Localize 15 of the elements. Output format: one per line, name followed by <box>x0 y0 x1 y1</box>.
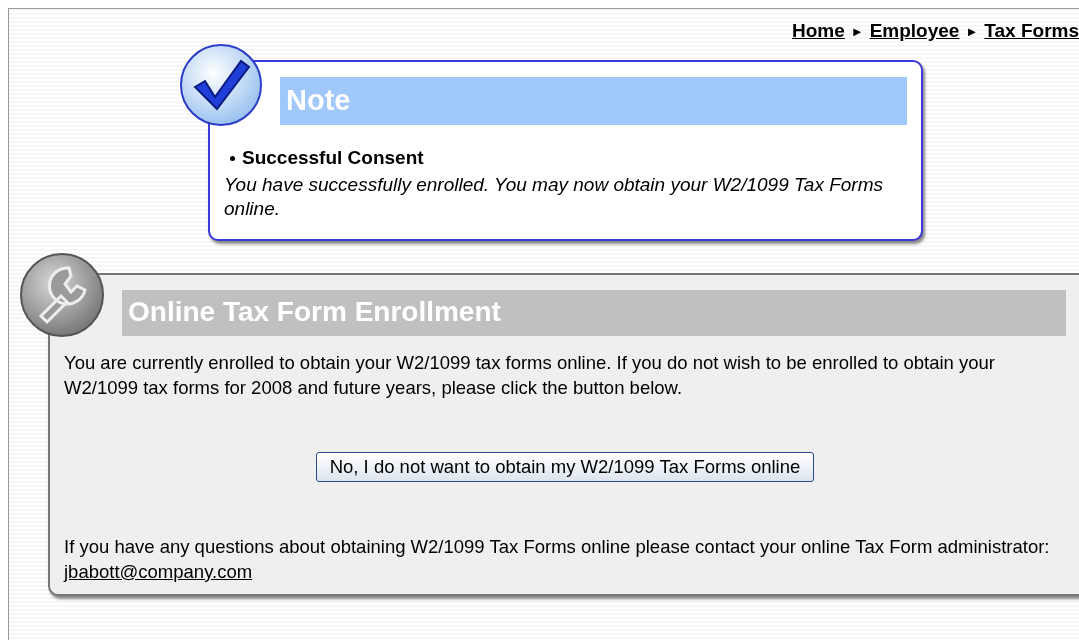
checkmark-icon <box>179 43 263 127</box>
contact-text: If you have any questions about obtaining W2/1099 Tax Forms online please contact your online Tax Form administrator: jbabott@company.com <box>64 535 1051 584</box>
note-title: Note <box>280 77 907 125</box>
breadcrumb-separator: ► <box>850 23 864 39</box>
enrollment-title: Online Tax Form Enrollment <box>122 290 1066 336</box>
note-heading: Successful Consent <box>242 147 424 169</box>
breadcrumb-link[interactable]: Home <box>792 20 845 42</box>
breadcrumb-separator: ► <box>965 23 979 39</box>
intro-text: You are currently enrolled to obtain your W2/1099 tax forms online. If you do not wish to be enrolled to obtain your W2/1099 tax forms for 2008 and future years, please click the button below. <box>64 351 997 400</box>
opt-out-button[interactable]: No, I do not want to obtain my W2/1099 Tax Forms online <box>315 452 815 482</box>
note-message: You have successfully enrolled. You may now obtain your W2/1099 Tax Forms online. <box>224 173 885 221</box>
email-link[interactable]: jbabott@company.com <box>64 561 253 582</box>
breadcrumb-link[interactable]: Tax Forms <box>984 20 1079 42</box>
bullet-icon <box>230 155 235 161</box>
breadcrumb-link[interactable]: Employee <box>869 20 960 42</box>
